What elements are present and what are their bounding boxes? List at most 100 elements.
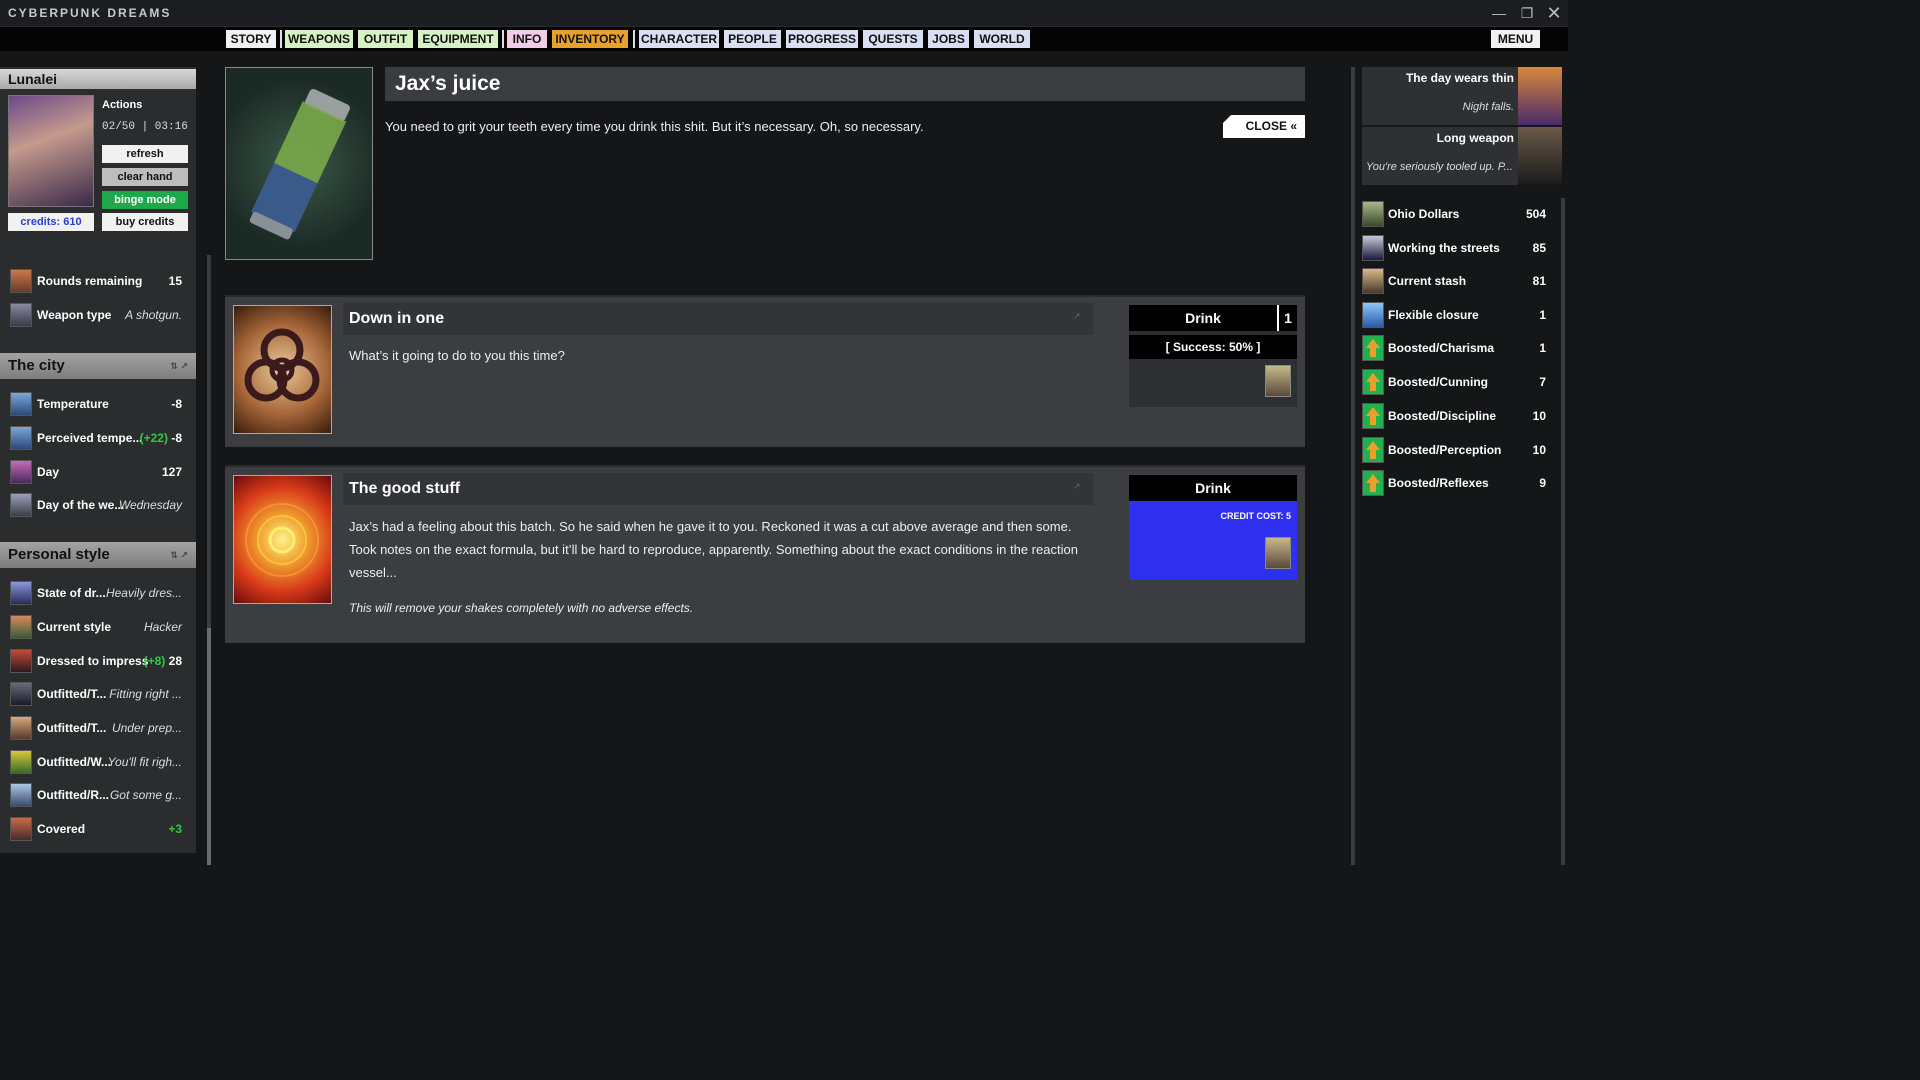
resource-row[interactable]: Boosted/Perception 10	[1362, 435, 1552, 465]
covered-icon	[10, 817, 32, 841]
event-card[interactable]: Long weapon You're seriously tooled up. …	[1362, 127, 1562, 185]
section-personal-style[interactable]: Personal style ⇅ ↗	[0, 542, 196, 568]
tab-story[interactable]: STORY	[226, 30, 276, 48]
tab-inventory[interactable]: INVENTORY	[552, 30, 628, 48]
tab-progress[interactable]: PROGRESS	[786, 30, 858, 48]
boost-arrow-shape	[1366, 474, 1380, 492]
clear-hand-button[interactable]: clear hand	[102, 168, 188, 186]
stat-row[interactable]: Outfitted/W... You'll fit righ...	[10, 748, 190, 776]
ammo-icon	[10, 269, 32, 293]
menu-button[interactable]: MENU	[1491, 30, 1540, 48]
pin-icon[interactable]: ⇅ ↗	[170, 542, 188, 568]
stat-row[interactable]: Perceived tempe... (+22) -8	[10, 424, 190, 452]
pin-icon[interactable]: ⇅ ↗	[170, 353, 188, 379]
resource-row[interactable]: Working the streets 85	[1362, 233, 1552, 263]
outfitted-icon	[10, 716, 32, 740]
boost-arrow-shape	[1366, 339, 1380, 357]
credit-cost: CREDIT COST: 5	[1220, 511, 1291, 521]
action-card: The good stuff ↗ Jax’s had a feeling abo…	[225, 465, 1305, 643]
drink-button[interactable]: Drink	[1129, 305, 1277, 331]
event-card[interactable]: The day wears thin Night falls.	[1362, 67, 1562, 125]
close-window-icon[interactable]: ✕	[1543, 3, 1565, 23]
resource-row[interactable]: Flexible closure 1	[1362, 300, 1552, 330]
tab-info[interactable]: INFO	[507, 30, 547, 48]
action-card: Down in one ↗ What’s it going to do to y…	[225, 295, 1305, 447]
action-title: The good stuff	[343, 473, 1093, 505]
tab-character[interactable]: CHARACTER	[639, 30, 719, 48]
section-city[interactable]: The city ⇅ ↗	[0, 353, 196, 379]
event-image	[1518, 67, 1562, 125]
spiral-icon	[245, 503, 319, 577]
main-scrollbar[interactable]	[1351, 67, 1355, 865]
tab-equipment[interactable]: EQUIPMENT	[418, 30, 498, 48]
left-sidebar: Lunalei Actions 02/50 | 03:16 refresh cl…	[0, 67, 196, 853]
resource-row[interactable]: Boosted/Reflexes 9	[1362, 468, 1552, 498]
action-text: Jax’s had a feeling about this batch. So…	[349, 519, 1078, 580]
binge-mode-button[interactable]: binge mode	[102, 191, 188, 209]
pin-icon[interactable]: ↗	[1073, 311, 1081, 322]
resource-row[interactable]: Boosted/Discipline 10	[1362, 401, 1552, 431]
action-title: Down in one	[343, 303, 1093, 335]
stat-row[interactable]: Outfitted/T... Under prep...	[10, 714, 190, 742]
tab-outfit[interactable]: OUTFIT	[358, 30, 413, 48]
tab-quests[interactable]: QUESTS	[863, 30, 923, 48]
right-scrollbar[interactable]	[1561, 198, 1565, 865]
credits-badge[interactable]: credits: 610	[8, 213, 94, 231]
style-icon	[10, 615, 32, 639]
stash-icon	[1362, 268, 1384, 294]
stat-row[interactable]: Temperature -8	[10, 390, 190, 418]
spiral-image	[233, 475, 332, 604]
minimize-icon[interactable]: —	[1488, 3, 1510, 23]
outfitted-icon	[10, 783, 32, 807]
avatar	[8, 95, 94, 207]
actions-counter: 02/50 | 03:16	[102, 121, 188, 133]
card-token-icon	[1265, 537, 1291, 569]
boost-arrow-icon	[1362, 437, 1384, 463]
resource-row[interactable]: Current stash 81	[1362, 266, 1552, 296]
boost-arrow-shape	[1366, 407, 1380, 425]
tab-jobs[interactable]: JOBS	[928, 30, 969, 48]
refresh-button[interactable]: refresh	[102, 145, 188, 163]
card-token-icon	[1265, 365, 1291, 397]
boost-arrow-icon	[1362, 470, 1384, 496]
resource-row[interactable]: Boosted/Cunning 7	[1362, 367, 1552, 397]
biohazard-image	[233, 305, 332, 434]
app-title: CYBERPUNK DREAMS	[8, 6, 172, 20]
action-note: This will remove your shakes completely …	[349, 601, 694, 615]
action-count[interactable]: 1	[1277, 305, 1297, 331]
top-nav: STORY WEAPONS OUTFIT EQUIPMENT INFO INVE…	[0, 27, 1568, 51]
stat-row[interactable]: Rounds remaining 15	[10, 267, 190, 295]
tab-world[interactable]: WORLD	[974, 30, 1030, 48]
stat-row[interactable]: State of dr... Heavily dres...	[10, 579, 190, 607]
stat-row[interactable]: Weapon type A shotgun.	[10, 301, 190, 329]
stat-row[interactable]: Covered +3	[10, 815, 190, 843]
tab-people[interactable]: PEOPLE	[724, 30, 781, 48]
restore-icon[interactable]: ❐	[1516, 3, 1538, 23]
action-panel: Drink 1 [ Success: 50% ]	[1129, 305, 1297, 407]
boost-arrow-icon	[1362, 369, 1384, 395]
stat-row[interactable]: Day 127	[10, 458, 190, 486]
tab-weapons[interactable]: WEAPONS	[285, 30, 353, 48]
outfitted-icon	[10, 682, 32, 706]
close-button[interactable]: CLOSE «	[1223, 115, 1305, 138]
event-subtitle: You're seriously tooled up. P...	[1366, 161, 1513, 173]
item-title: Jax’s juice	[385, 67, 1305, 101]
stat-row[interactable]: Outfitted/T... Fitting right ...	[10, 680, 190, 708]
stat-row[interactable]: Current style Hacker	[10, 613, 190, 641]
item-title-text: Jax’s juice	[395, 72, 501, 95]
title-bar: CYBERPUNK DREAMS — ❐ ✕	[0, 0, 1568, 27]
stat-row[interactable]: Outfitted/R... Got some g...	[10, 781, 190, 809]
biohazard-icon	[244, 328, 320, 402]
actions-label: Actions	[102, 99, 143, 111]
resource-row[interactable]: Boosted/Charisma 1	[1362, 333, 1552, 363]
sidebar-scrollbar-thumb[interactable]	[207, 628, 211, 865]
buy-credits-button[interactable]: buy credits	[102, 213, 188, 231]
impress-icon	[10, 649, 32, 673]
pin-icon[interactable]: ↗	[1073, 481, 1081, 492]
stat-row[interactable]: Day of the we... Wednesday	[10, 491, 190, 519]
stat-row[interactable]: Dressed to impress (+8) 28	[10, 647, 190, 675]
drink-button[interactable]: Drink	[1129, 475, 1297, 501]
nav-separator	[502, 30, 504, 48]
resource-row[interactable]: Ohio Dollars 504	[1362, 199, 1552, 229]
weekday-icon	[10, 493, 32, 517]
